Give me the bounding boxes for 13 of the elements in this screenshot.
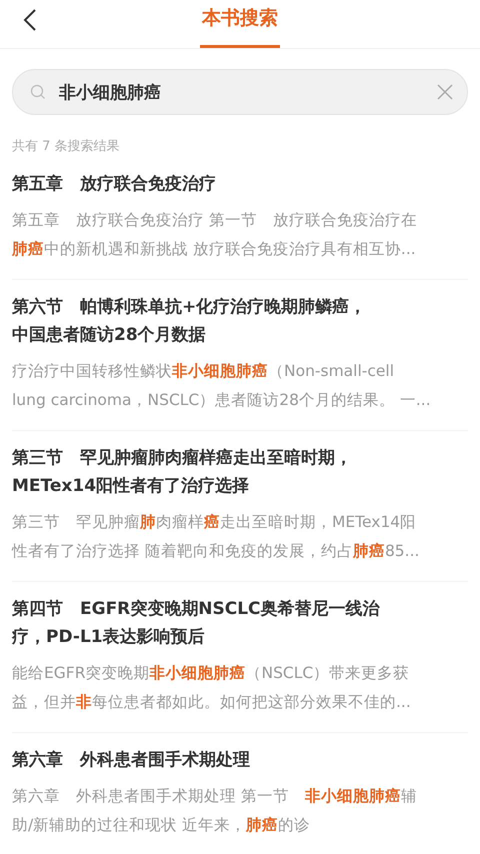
result-title[interactable]: 第四节 EGFR突变晚期NSCLC奥希替尼一线治 疗，PD-L1表达影响预后 xyxy=(12,595,468,651)
result-title[interactable]: 第六节 帕博利珠单抗+化疗治疗晚期肺鳞癌， 中国患者随访28个月数据 xyxy=(12,293,468,349)
result-snippet: 能给EGFR突变晚期非小细胞肺癌（NSCLC）带来更多获 益，但并非每位患者都如此。如何把这部分效果不佳的... xyxy=(12,663,412,713)
result-count: 共有 7 条搜索结果 xyxy=(11,138,121,156)
result-snippet: 第三节 罕见肿瘤肺肉瘤样癌走出至暗时期，METex14阳 性者有了治疗选择 随着靶向和免疫的发展，约占肺癌85... xyxy=(12,512,420,562)
result-snippet: 第五章 放疗联合免疫治疗 第一节 放疗联合免疫治疗在 肺癌中的新机遇和新挑战 放疗联合免疫治疗具有相互协... xyxy=(12,210,418,260)
result-title[interactable]: 第六章 外科患者围手术期处理 xyxy=(12,746,468,774)
back-icon[interactable] xyxy=(23,8,37,32)
search-field[interactable]: 非小细胞肺癌 xyxy=(12,69,468,115)
result-title[interactable]: 第三节 罕见肿瘤肺肉瘤样癌走出至暗时期， METex14阳性者有了治疗选择 xyxy=(12,444,468,500)
result-snippet: 第六章 外科患者围手术期处理 第一节 非小细胞肺癌辅 助/新辅助的过往和现状 近年来，肺癌的诊 xyxy=(12,786,418,836)
result-snippet: 疗治疗中国转移性鳞状非小细胞肺癌（Non-small-cell lung carcinoma，NSCLC）患者随访28个月的结果。 一... xyxy=(12,361,432,411)
result-title[interactable]: 第五章 放疗联合免疫治疗 xyxy=(12,170,468,198)
